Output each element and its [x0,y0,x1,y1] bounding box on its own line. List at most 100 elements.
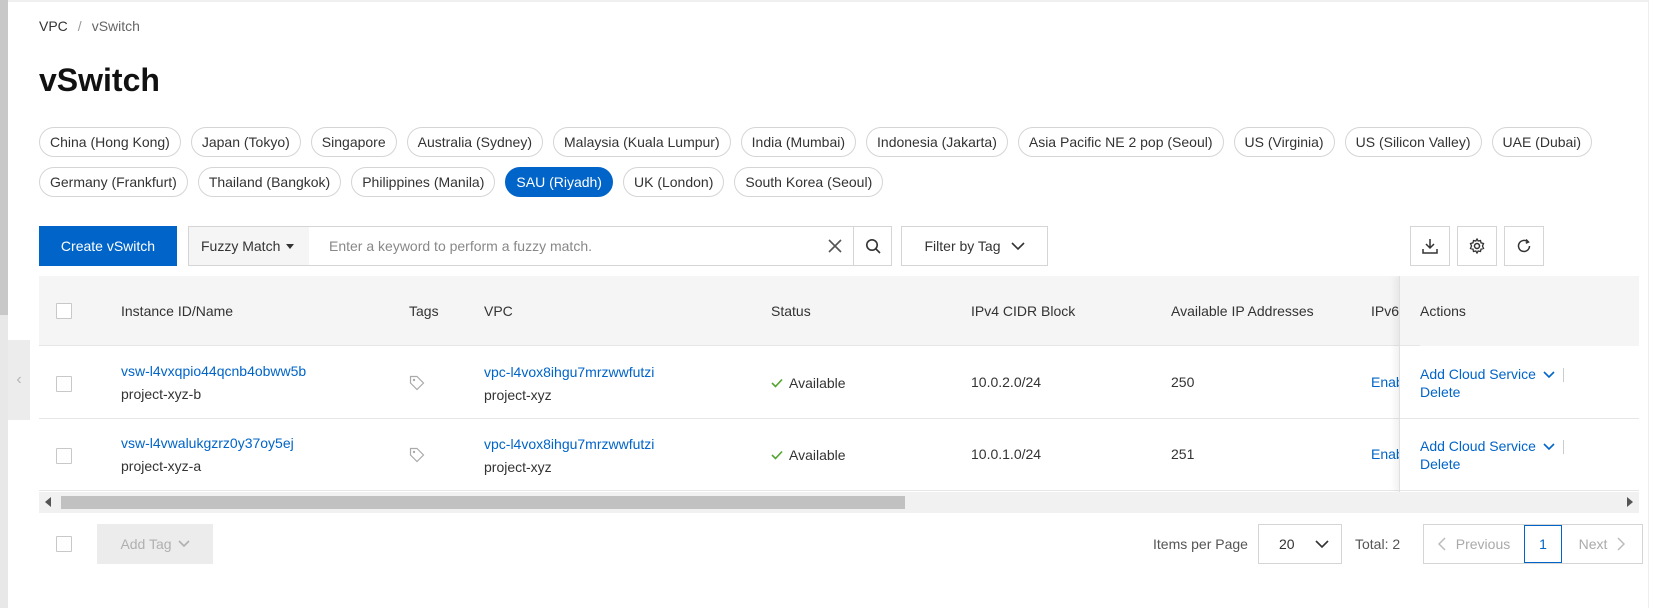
pagination: Previous 1 Next [1423,524,1643,564]
scrollbar-thumb[interactable] [61,496,905,509]
chevron-down-icon [1315,539,1329,548]
region-tab[interactable]: India (Mumbai) [740,127,857,157]
page-title: vSwitch [39,62,160,98]
col-ipv6: IPv6 [1371,303,1400,319]
instance-id-link[interactable]: vsw-l4vwalukgzrz0y37oy5ej [121,435,294,451]
vpc-id-link[interactable]: vpc-l4vox8ihgu7mrzwwfutzi [484,436,654,452]
region-tab[interactable]: US (Virginia) [1233,127,1335,157]
create-vswitch-button[interactable]: Create vSwitch [39,226,177,266]
chevron-down-icon [1010,241,1025,250]
region-tab[interactable]: US (Silicon Valley) [1344,127,1482,157]
refresh-button[interactable] [1504,226,1544,266]
toolbar: Create vSwitch Fuzzy Match Filter by Tag [39,226,1639,266]
ipv4-cidr: 10.0.2.0/24 [971,374,1042,390]
region-tab[interactable]: Philippines (Manila) [351,167,496,197]
actions-column-shadow [1399,276,1639,492]
region-tab[interactable]: UK (London) [622,167,725,197]
check-icon [771,450,783,460]
instance-name: project-xyz-a [121,458,202,474]
available-ips: 251 [1171,446,1195,462]
chevron-down-icon [177,540,190,548]
check-icon [771,378,783,388]
instance-name: project-xyz-b [121,386,202,402]
scroll-left-arrow-icon[interactable] [45,497,51,507]
status-text: Available [789,447,846,463]
refresh-icon [1517,238,1531,253]
row-checkbox[interactable] [56,448,72,464]
vpc-name: project-xyz [484,459,552,475]
region-tab[interactable]: Singapore [310,127,397,157]
available-ips: 250 [1171,374,1195,390]
search-icon[interactable] [853,227,891,265]
row-checkbox[interactable] [56,376,72,392]
collapse-sidebar-button[interactable]: ‹ [8,340,30,420]
total-count: Total: 2 [1355,536,1401,552]
tag-icon[interactable] [409,375,425,394]
top-divider [0,0,1668,2]
page-size-select[interactable]: 20 [1258,524,1342,564]
scrollbar-thumb[interactable] [0,0,8,315]
scroll-right-arrow-icon[interactable] [1627,497,1633,507]
download-button[interactable] [1410,226,1450,266]
items-per-page-label: Items per Page [1153,536,1248,552]
breadcrumb-vpc[interactable]: VPC [39,18,68,34]
region-tab[interactable]: Indonesia (Jakarta) [866,127,1008,157]
add-tag-label: Add Tag [120,536,172,552]
horizontal-scrollbar[interactable] [39,492,1639,513]
ipv4-cidr: 10.0.1.0/24 [971,446,1042,462]
ipv6-enable-link[interactable]: Enab [1371,374,1399,390]
search-input[interactable] [309,227,817,265]
filter-by-tag-label: Filter by Tag [924,238,1001,254]
filter-by-tag-dropdown[interactable]: Filter by Tag [901,226,1048,266]
status-badge: Available [771,447,846,463]
breadcrumb-separator: / [77,18,82,34]
region-tab[interactable]: Germany (Frankfurt) [39,167,188,197]
breadcrumb: VPC / vSwitch [39,18,140,34]
instance-id-link[interactable]: vsw-l4vxqpio44qcnb4obww5b [121,363,306,379]
vpc-id-link[interactable]: vpc-l4vox8ihgu7mrzwwfutzi [484,364,654,380]
breadcrumb-current: vSwitch [91,18,140,34]
select-all-checkbox[interactable] [56,303,72,319]
region-tab[interactable]: SAU (Riyadh) [505,167,613,197]
search-box: Fuzzy Match [188,226,892,266]
ipv6-enable-link[interactable]: Enab [1371,446,1399,462]
match-mode-label: Fuzzy Match [201,238,281,254]
region-tab[interactable]: Australia (Sydney) [406,127,544,157]
vertical-scrollbar[interactable] [0,0,8,608]
chevron-left-icon: ‹ [16,371,22,388]
next-label: Next [1578,536,1608,552]
region-selector: China (Hong Kong) Japan (Tokyo) Singapore A… [39,127,1639,197]
add-tag-button[interactable]: Add Tag [97,524,213,564]
col-status: Status [771,303,811,319]
previous-label: Previous [1455,536,1511,552]
tag-icon[interactable] [409,447,425,466]
region-tab[interactable]: China (Hong Kong) [39,127,181,157]
page-number-current[interactable]: 1 [1524,525,1562,563]
caret-down-icon [286,243,295,249]
settings-button[interactable] [1457,226,1497,266]
vpc-name: project-xyz [484,387,552,403]
previous-button[interactable]: Previous [1424,536,1524,552]
status-text: Available [789,375,846,391]
footer-select-all-checkbox[interactable] [56,536,72,552]
next-button[interactable]: Next [1562,536,1642,552]
match-mode-dropdown[interactable]: Fuzzy Match [189,227,309,265]
download-icon [1422,239,1438,254]
col-tags: Tags [409,303,439,319]
chevron-left-icon [1437,537,1446,551]
clear-icon[interactable] [817,227,853,265]
gear-icon [1469,238,1485,254]
table-footer: Add Tag Items per Page 20 Total: 2 Previ… [39,524,1643,566]
status-badge: Available [771,375,846,391]
region-tab[interactable]: Malaysia (Kuala Lumpur) [553,127,731,157]
col-available-ips: Available IP Addresses [1171,303,1314,319]
right-edge [1648,0,1668,608]
region-tab[interactable]: Japan (Tokyo) [190,127,301,157]
region-tab[interactable]: UAE (Dubai) [1491,127,1593,157]
region-tab[interactable]: Thailand (Bangkok) [197,167,342,197]
col-instance: Instance ID/Name [121,303,234,319]
col-vpc: VPC [484,303,513,319]
region-tab[interactable]: South Korea (Seoul) [734,167,884,197]
col-ipv4: IPv4 CIDR Block [971,303,1076,319]
region-tab[interactable]: Asia Pacific NE 2 pop (Seoul) [1017,127,1224,157]
